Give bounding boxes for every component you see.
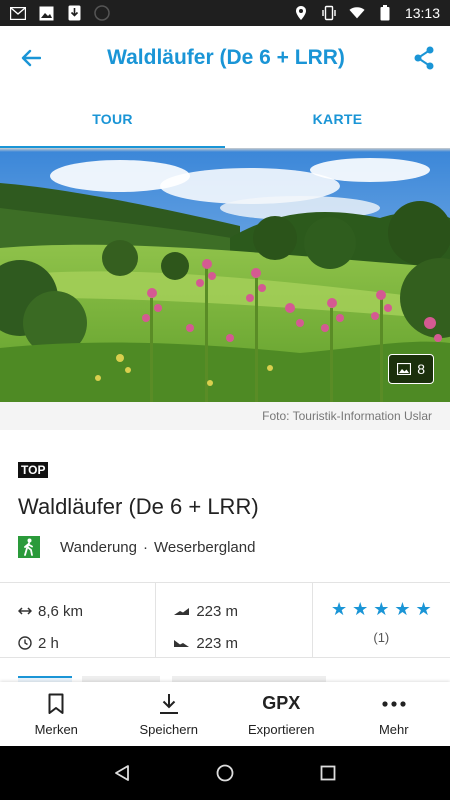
descent-icon — [174, 640, 190, 647]
tab-bar: TOUR KARTE — [0, 90, 450, 148]
star-icon: ★ — [352, 599, 369, 619]
wifi-icon — [349, 5, 365, 21]
photo-count: 8 — [417, 361, 425, 377]
status-time: 13:13 — [404, 5, 440, 21]
nav-back-button[interactable] — [107, 758, 137, 788]
triangle-back-icon — [114, 765, 129, 781]
ascent-value: 223 m — [196, 602, 239, 620]
descent-stat: 223 m — [174, 627, 311, 659]
save-offline-button[interactable]: Speichern — [113, 682, 226, 746]
clock-icon — [18, 636, 32, 650]
arrow-back-icon — [21, 49, 41, 67]
download-notification-icon — [66, 5, 82, 21]
gmail-icon — [10, 5, 26, 21]
bookmark-label: Merken — [34, 721, 78, 737]
app-notification-icon — [94, 5, 110, 21]
share-icon — [414, 46, 434, 70]
star-icon: ★ — [373, 599, 390, 619]
stats-distance-duration: 8,6 km 2 h — [0, 583, 157, 659]
distance-icon — [18, 607, 32, 615]
duration-stat: 2 h — [18, 627, 155, 659]
save-label: Speichern — [139, 721, 199, 737]
distance-stat: 8,6 km — [18, 595, 155, 627]
tab-tour[interactable]: TOUR — [0, 90, 225, 148]
app-bar: Waldläufer (De 6 + LRR) — [0, 26, 450, 90]
download-icon — [158, 692, 180, 716]
landscape-photo — [0, 148, 450, 402]
ascent-icon — [174, 608, 190, 615]
hero-photo[interactable]: 8 — [0, 148, 450, 402]
tour-title: Waldläufer (De 6 + LRR) — [18, 494, 259, 519]
photo-credit: Foto: Touristik-Information Uslar — [0, 402, 450, 430]
tab-karte[interactable]: KARTE — [225, 90, 450, 148]
export-label: Exportieren — [248, 721, 315, 737]
photo-count-badge[interactable]: 8 — [388, 354, 434, 384]
status-bar: 13:13 — [0, 0, 450, 26]
page-title: Waldläufer (De 6 + LRR) — [107, 46, 345, 69]
tab-shadow — [0, 148, 450, 152]
descent-value: 223 m — [196, 634, 239, 652]
gallery-icon — [397, 363, 412, 375]
gpx-icon: GPX — [262, 693, 301, 713]
tour-region: Weserbergland — [154, 538, 256, 556]
star-icon: ★ — [394, 599, 411, 619]
image-notification-icon — [38, 5, 54, 21]
ascent-stat: 223 m — [174, 595, 311, 627]
distance-value: 8,6 km — [38, 602, 84, 620]
tour-meta: Wanderung · Weserbergland — [18, 536, 255, 558]
star-icon: ★ — [415, 599, 432, 619]
tour-stats: 8,6 km 2 h 223 m 223 m ★ ★ ★ ★ ★ (1) — [0, 582, 450, 658]
star-icon: ★ — [330, 599, 348, 619]
nav-recents-button[interactable] — [313, 758, 343, 788]
more-icon — [382, 692, 406, 716]
square-recents-icon — [320, 765, 336, 781]
more-label: Mehr — [378, 721, 409, 737]
nav-home-button[interactable] — [210, 758, 240, 788]
back-button[interactable] — [0, 26, 62, 90]
share-button[interactable] — [398, 26, 450, 90]
separator-dot: · — [143, 538, 148, 556]
hiking-icon — [18, 536, 40, 558]
stats-elevation: 223 m 223 m — [156, 583, 313, 659]
location-icon — [293, 5, 309, 21]
bookmark-button[interactable]: Merken — [0, 682, 113, 746]
duration-value: 2 h — [38, 634, 59, 652]
stats-rating[interactable]: ★ ★ ★ ★ ★ (1) — [313, 583, 450, 657]
system-nav-bar — [0, 746, 450, 800]
tour-category: Wanderung — [60, 538, 137, 556]
export-gpx-button[interactable]: GPX Exportieren — [225, 682, 338, 746]
rating-stars: ★ ★ ★ ★ ★ — [313, 595, 450, 620]
top-badge: TOP — [18, 462, 49, 478]
more-button[interactable]: Mehr — [338, 682, 450, 746]
vibrate-icon — [321, 5, 337, 21]
circle-home-icon — [216, 764, 234, 782]
bookmark-icon — [48, 692, 64, 716]
battery-icon — [377, 5, 393, 21]
action-bar: Merken Speichern GPX Exportieren Mehr — [0, 682, 450, 746]
rating-count: (1) — [373, 630, 390, 645]
